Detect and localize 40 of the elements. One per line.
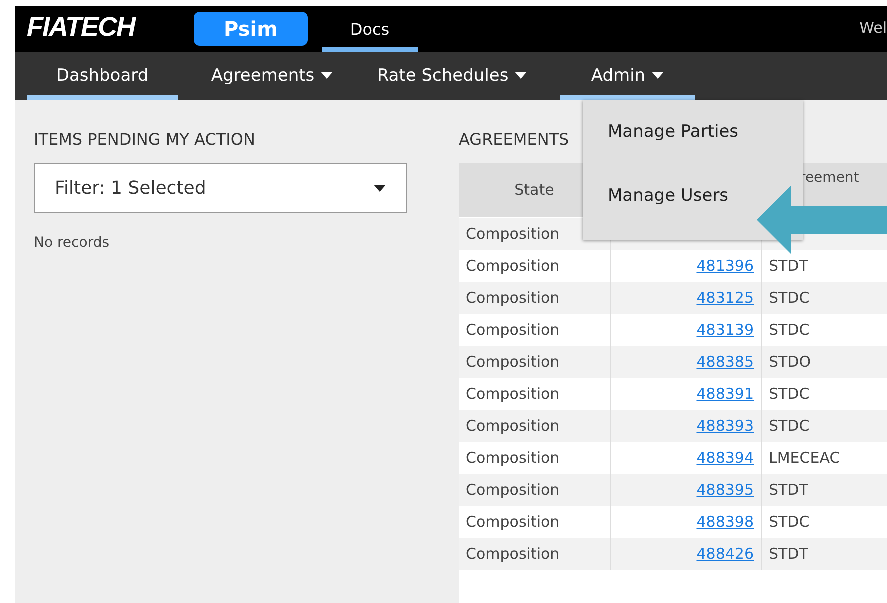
table-cell-text: STDC xyxy=(768,288,810,309)
agreement-link[interactable]: 488426 xyxy=(696,545,754,563)
empty-message: No records xyxy=(34,235,111,251)
table-cell: Composition xyxy=(459,282,611,314)
nav-tab[interactable]: Agreements xyxy=(190,52,354,100)
table-cell-text: STDC xyxy=(768,320,810,341)
section-title: AGREEMENTS xyxy=(459,130,570,149)
app-button[interactable]: Psim xyxy=(194,12,308,46)
agreement-link[interactable]: 488394 xyxy=(696,449,754,467)
filter-dropdown[interactable]: Filter: 1 Selected xyxy=(34,163,407,213)
agreement-link[interactable]: 488398 xyxy=(696,513,754,531)
table-cell: Composition xyxy=(459,410,611,442)
table-cell-text: STDT xyxy=(768,480,808,501)
caret-icon xyxy=(374,184,386,192)
column-header: reement xyxy=(799,169,860,187)
table-cell: Composition xyxy=(459,474,611,506)
welcome-text: Wel xyxy=(860,19,887,37)
agreement-link[interactable]: 488385 xyxy=(696,353,754,371)
table-cell-text: LMECEAC xyxy=(768,448,840,469)
agreement-link[interactable]: 483139 xyxy=(696,321,754,339)
table-cell-text: STDO xyxy=(768,352,812,373)
table-cell-text: STDC xyxy=(768,512,810,533)
menu-item[interactable]: Manage Users xyxy=(608,180,729,212)
fiatech-logo: FIATECH xyxy=(26,11,137,44)
table-cell-text: STDC xyxy=(768,384,810,405)
table-cell-text: STDC xyxy=(768,416,810,437)
table-cell: Composition xyxy=(459,346,611,378)
agreement-link[interactable]: 483125 xyxy=(696,289,754,307)
arrow-icon xyxy=(757,186,887,254)
table-cell-text: STDT xyxy=(768,544,808,565)
table-cell-text: STDT xyxy=(768,256,808,277)
table-cell: Composition xyxy=(459,538,611,570)
agreement-link[interactable]: 481396 xyxy=(696,257,754,275)
nav-tab[interactable]: Rate Schedules xyxy=(354,52,550,100)
agreement-link[interactable]: 488395 xyxy=(696,481,754,499)
section-title: ITEMS PENDING MY ACTION xyxy=(34,130,256,151)
nav-tab[interactable]: Dashboard xyxy=(27,52,178,100)
agreement-link[interactable]: 488393 xyxy=(696,417,754,435)
menu-item[interactable]: Manage Parties xyxy=(608,116,739,148)
agreement-link[interactable]: 488391 xyxy=(696,385,754,403)
